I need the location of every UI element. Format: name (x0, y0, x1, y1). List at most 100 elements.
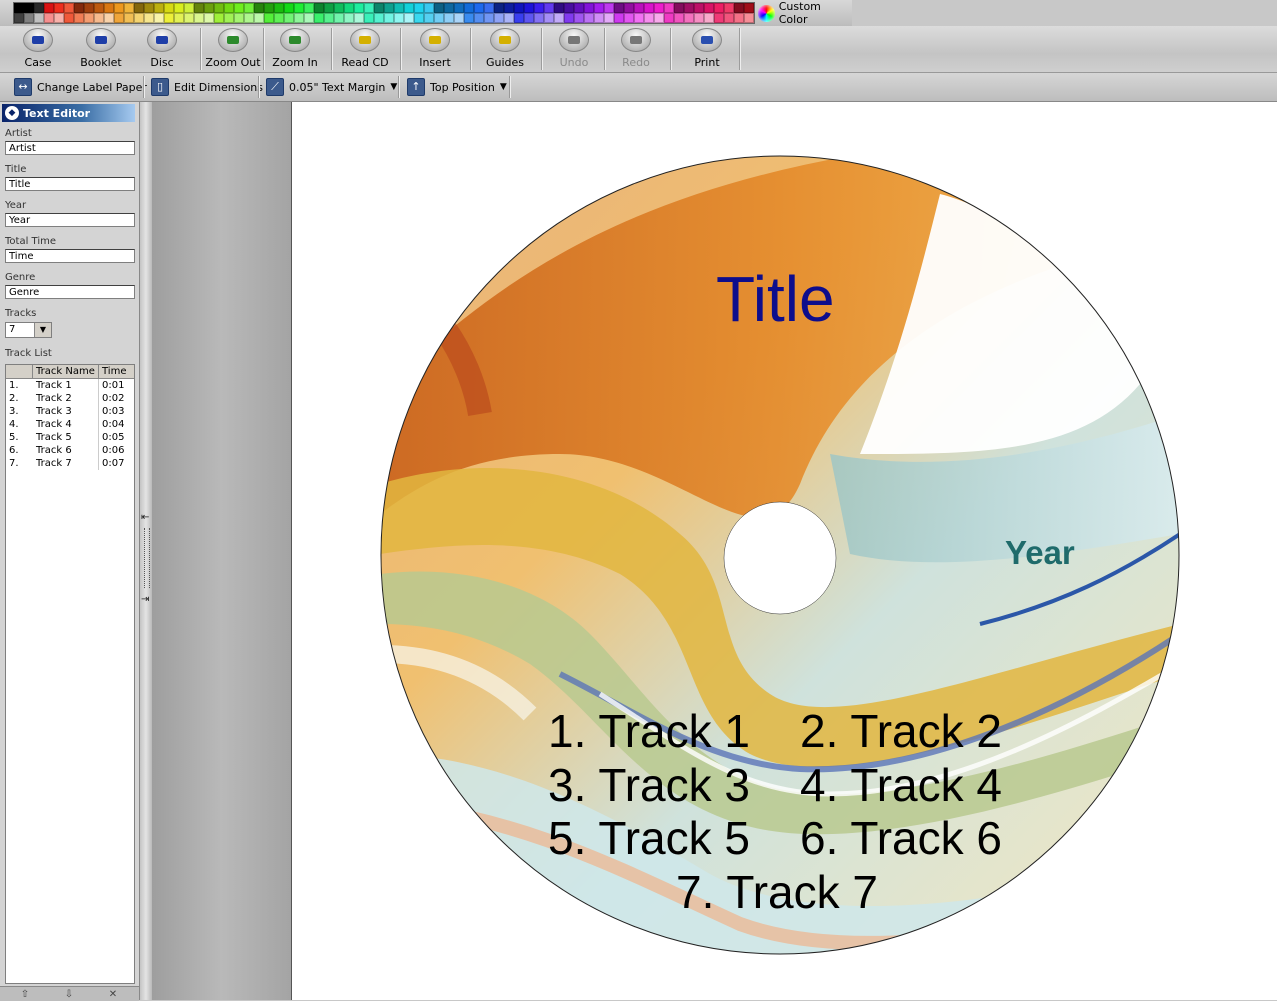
disc-track-text[interactable]: 3. Track 3 (548, 758, 750, 812)
color-swatch[interactable] (404, 13, 414, 23)
color-swatch[interactable] (84, 13, 94, 23)
color-swatch[interactable] (434, 3, 444, 13)
color-swatch[interactable] (234, 13, 244, 23)
column-header-number[interactable] (6, 365, 33, 378)
color-swatch[interactable] (634, 3, 644, 13)
color-swatch[interactable] (594, 13, 604, 23)
color-swatch[interactable] (194, 3, 204, 13)
color-swatch[interactable] (574, 13, 584, 23)
color-swatch[interactable] (184, 3, 194, 13)
splitter-grip[interactable] (144, 528, 150, 588)
color-swatch[interactable] (724, 13, 734, 23)
color-swatch[interactable] (124, 3, 134, 13)
delete-icon[interactable]: ✕ (102, 989, 124, 1001)
redo-button[interactable]: Redo (606, 26, 666, 72)
table-row[interactable]: 6. Track 6 0:06 (6, 444, 134, 457)
insert-button[interactable]: Insert (405, 26, 465, 72)
color-swatch[interactable] (314, 13, 324, 23)
color-swatch[interactable] (374, 13, 384, 23)
color-swatch[interactable] (584, 3, 594, 13)
color-swatch[interactable] (504, 3, 514, 13)
color-swatch[interactable] (474, 3, 484, 13)
color-swatch[interactable] (194, 13, 204, 23)
chevron-down-icon[interactable]: ▼ (34, 323, 51, 337)
disc-track-text[interactable]: 7. Track 7 (676, 865, 878, 919)
read-cd-button[interactable]: Read CD (335, 26, 395, 72)
color-swatch[interactable] (34, 13, 44, 23)
color-swatch[interactable] (634, 13, 644, 23)
color-swatch[interactable] (344, 3, 354, 13)
total-time-field[interactable] (5, 249, 135, 263)
color-swatch[interactable] (334, 13, 344, 23)
color-swatch[interactable] (94, 13, 104, 23)
color-swatch[interactable] (14, 13, 24, 23)
color-swatch[interactable] (704, 3, 714, 13)
color-swatch[interactable] (294, 13, 304, 23)
color-swatch[interactable] (604, 3, 614, 13)
year-field[interactable] (5, 213, 135, 227)
color-swatch[interactable] (104, 3, 114, 13)
print-button[interactable]: Print (677, 26, 737, 72)
color-swatch[interactable] (554, 3, 564, 13)
color-swatch[interactable] (644, 13, 654, 23)
color-swatch[interactable] (364, 3, 374, 13)
color-swatch[interactable] (234, 3, 244, 13)
position-dropdown[interactable]: ↑ Top Position ▼ (407, 77, 507, 97)
color-swatch[interactable] (664, 3, 674, 13)
color-swatch[interactable] (134, 3, 144, 13)
color-swatches[interactable] (13, 2, 755, 24)
table-row[interactable]: 1. Track 1 0:01 (6, 379, 134, 392)
expand-right-icon[interactable]: ⇥ (141, 594, 149, 605)
color-swatch[interactable] (64, 13, 74, 23)
color-swatch[interactable] (164, 3, 174, 13)
table-row[interactable]: 4. Track 4 0:04 (6, 418, 134, 431)
table-row[interactable]: 5. Track 5 0:05 (6, 431, 134, 444)
color-swatch[interactable] (654, 3, 664, 13)
color-swatch[interactable] (254, 3, 264, 13)
color-swatch[interactable] (714, 3, 724, 13)
color-swatch[interactable] (214, 3, 224, 13)
color-swatch[interactable] (664, 13, 674, 23)
color-swatch[interactable] (274, 13, 284, 23)
text-margin-dropdown[interactable]: ⟋ 0.05" Text Margin ▼ (266, 77, 397, 97)
color-swatch[interactable] (114, 3, 124, 13)
guides-button[interactable]: Guides (475, 26, 535, 72)
disc-track-text[interactable]: 4. Track 4 (800, 758, 1002, 812)
color-swatch[interactable] (514, 3, 524, 13)
color-swatch[interactable] (384, 13, 394, 23)
color-swatch[interactable] (674, 3, 684, 13)
color-swatch[interactable] (334, 3, 344, 13)
color-swatch[interactable] (514, 13, 524, 23)
color-swatch[interactable] (284, 13, 294, 23)
collapse-left-icon[interactable]: ⇤ (141, 512, 149, 523)
color-swatch[interactable] (484, 13, 494, 23)
disc-track-text[interactable]: 6. Track 6 (800, 811, 1002, 865)
table-row[interactable]: 3. Track 3 0:03 (6, 405, 134, 418)
color-swatch[interactable] (414, 3, 424, 13)
color-swatch[interactable] (524, 13, 534, 23)
color-swatch[interactable] (654, 13, 664, 23)
color-swatch[interactable] (444, 13, 454, 23)
color-swatch[interactable] (184, 13, 194, 23)
color-swatch[interactable] (224, 3, 234, 13)
color-swatch[interactable] (444, 3, 454, 13)
color-swatch[interactable] (164, 13, 174, 23)
color-swatch[interactable] (704, 13, 714, 23)
color-swatch[interactable] (734, 13, 744, 23)
color-swatch[interactable] (554, 13, 564, 23)
track-list-table[interactable]: Track Name Time 1. Track 1 0:01 2. Track 2 0:… (5, 364, 135, 984)
table-row[interactable]: 2. Track 2 0:02 (6, 392, 134, 405)
color-swatch[interactable] (544, 13, 554, 23)
color-swatch[interactable] (34, 3, 44, 13)
color-swatch[interactable] (364, 13, 374, 23)
edit-dimensions-button[interactable]: ▯ Edit Dimensions (151, 77, 263, 97)
color-swatch[interactable] (94, 3, 104, 13)
color-swatch[interactable] (324, 3, 334, 13)
color-swatch[interactable] (14, 3, 24, 13)
color-swatch[interactable] (204, 3, 214, 13)
color-swatch[interactable] (624, 13, 634, 23)
color-swatch[interactable] (324, 13, 334, 23)
color-swatch[interactable] (154, 13, 164, 23)
color-swatch[interactable] (304, 3, 314, 13)
color-swatch[interactable] (584, 13, 594, 23)
